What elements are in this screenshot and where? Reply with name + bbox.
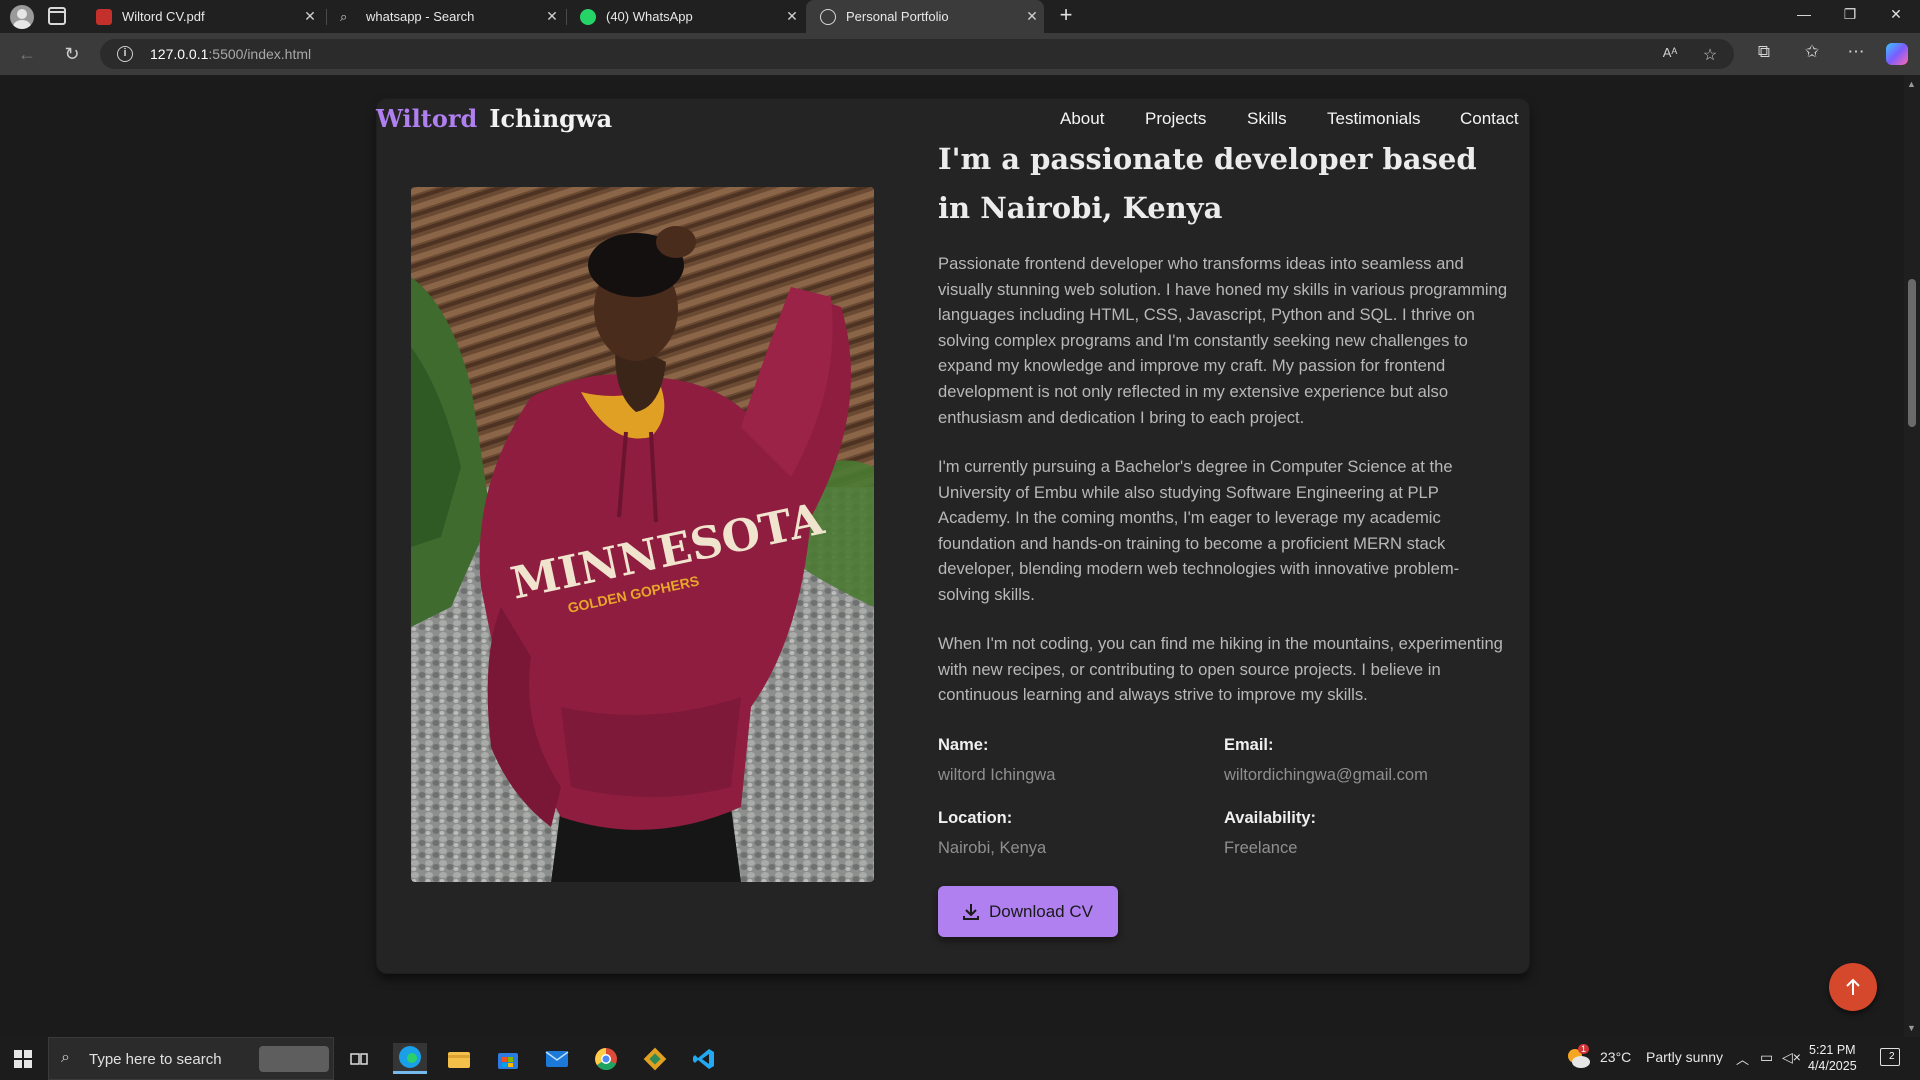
scroll-thumb[interactable] [1908, 279, 1916, 427]
scroll-up-icon[interactable]: ▲ [1907, 79, 1916, 89]
download-cv-label: Download CV [989, 901, 1093, 921]
read-aloud-icon[interactable]: Aᴬ [1660, 45, 1680, 60]
close-window-button[interactable]: ✕ [1884, 6, 1908, 23]
network-icon[interactable]: ▭ [1760, 1049, 1773, 1066]
whatsapp-icon [580, 8, 596, 25]
taskbar-search-placeholder: Type here to search [89, 1051, 222, 1068]
tab-personal-portfolio[interactable]: Personal Portfolio ✕ [806, 0, 1044, 33]
about-paragraph-2: I'm currently pursuing a Bachelor's degr… [938, 457, 1460, 604]
copilot-icon[interactable] [1886, 43, 1908, 65]
close-icon[interactable]: ✕ [780, 8, 804, 25]
chrome-icon[interactable] [589, 1043, 623, 1074]
mail-icon[interactable] [540, 1043, 574, 1074]
tab-title: whatsapp - Search [366, 9, 475, 24]
scroll-down-icon[interactable]: ▼ [1907, 1023, 1916, 1033]
tab-title: Personal Portfolio [846, 9, 949, 24]
tab-actions-icon[interactable] [48, 7, 66, 25]
weather-desc[interactable]: Partly sunny [1646, 1049, 1723, 1065]
url-host: 127.0.0.1 [150, 46, 209, 62]
page-scrollbar[interactable]: ▲ ▼ [1904, 75, 1920, 1037]
close-icon[interactable]: ✕ [540, 8, 564, 25]
download-cv-button[interactable]: Download CV [938, 886, 1118, 937]
system-clock[interactable]: 5:21 PM 4/4/2025 [1808, 1042, 1857, 1074]
search-icon: ⌕ [340, 8, 348, 24]
back-to-top-button[interactable] [1829, 963, 1877, 1011]
search-icon: ⌕ [61, 1049, 70, 1066]
favorite-star-icon[interactable]: ☆ [1700, 45, 1720, 65]
notifications-icon[interactable]: 2 [1880, 1048, 1900, 1066]
browser-toolbar: ← ↻ i 127.0.0.1:5500/index.html Aᴬ ☆ ⧉ ✩… [0, 33, 1920, 75]
microsoft-store-icon[interactable] [491, 1043, 525, 1074]
weather-icon[interactable]: 1 [1566, 1044, 1590, 1069]
edge-taskbar-icon[interactable] [393, 1043, 427, 1074]
brand-first-name: Wiltord [376, 104, 478, 133]
address-bar[interactable]: i 127.0.0.1:5500/index.html Aᴬ ☆ [100, 39, 1734, 69]
page-viewport: Wiltord Ichingwa About Projects Skills Te… [0, 75, 1920, 1037]
tab-whatsapp-search[interactable]: ⌕ whatsapp - Search ✕ [326, 0, 564, 33]
nav-contact[interactable]: Contact [1460, 109, 1519, 129]
clock-time: 5:21 PM [1809, 1043, 1856, 1057]
email-value: wiltordichingwa@gmail.com [1224, 766, 1428, 784]
location-value: Nairobi, Kenya [938, 839, 1047, 857]
close-icon[interactable]: ✕ [1020, 8, 1044, 25]
notification-count: 2 [1889, 1051, 1895, 1062]
windows-start-icon[interactable] [14, 1050, 32, 1068]
globe-icon [820, 8, 836, 25]
search-highlight-image[interactable] [259, 1046, 329, 1072]
volume-muted-icon[interactable]: ◁× [1782, 1049, 1801, 1066]
tab-strip: Wiltord CV.pdf ✕ ⌕ whatsapp - Search ✕ (… [0, 0, 1920, 33]
name-label: Name: [938, 736, 989, 754]
tab-whatsapp[interactable]: (40) WhatsApp ✕ [566, 0, 804, 33]
site-info-icon[interactable]: i [117, 46, 133, 62]
vscode-icon[interactable] [687, 1043, 721, 1074]
new-tab-button[interactable]: + [1054, 4, 1078, 28]
site-logo[interactable]: Wiltord Ichingwa [376, 104, 612, 133]
file-explorer-icon[interactable] [442, 1043, 476, 1074]
tab-cv-pdf[interactable]: Wiltord CV.pdf ✕ [82, 0, 322, 33]
nav-skills[interactable]: Skills [1247, 109, 1287, 129]
download-icon [963, 903, 980, 921]
arrow-up-icon [1846, 978, 1860, 995]
about-paragraph-1: Passionate frontend developer who transf… [938, 254, 1508, 427]
weather-badge: 1 [1578, 1044, 1590, 1054]
clock-date: 4/4/2025 [1808, 1059, 1857, 1073]
show-hidden-icons[interactable]: ︿ [1736, 1049, 1749, 1068]
nav-projects[interactable]: Projects [1145, 109, 1206, 129]
profile-photo: MINNESOTA GOLDEN GOPHERS [411, 187, 874, 882]
taskbar: ⌕ Type here to search 1 23°C Partly sunn… [0, 1037, 1920, 1080]
about-heading: I'm a passionate developer based in Nair… [938, 142, 1477, 225]
availability-value: Freelance [1224, 839, 1298, 857]
favorites-icon[interactable]: ✩ [1800, 42, 1824, 62]
minimize-button[interactable]: — [1792, 6, 1816, 22]
brand-last-name: Ichingwa [489, 104, 613, 133]
weather-temp[interactable]: 23°C [1600, 1049, 1631, 1065]
location-label: Location: [938, 809, 1013, 827]
name-value: wiltord Ichingwa [938, 766, 1056, 784]
taskbar-search[interactable]: ⌕ Type here to search [48, 1037, 334, 1080]
url-text[interactable]: 127.0.0.1:5500/index.html [150, 46, 311, 62]
tab-title: (40) WhatsApp [606, 9, 693, 24]
back-icon[interactable]: ← [15, 42, 39, 66]
tab-title: Wiltord CV.pdf [122, 9, 205, 24]
profile-avatar[interactable] [10, 5, 34, 29]
extensions-icon[interactable]: ⧉ [1752, 42, 1776, 62]
pdf-icon [96, 8, 112, 25]
email-label: Email: [1224, 736, 1274, 754]
refresh-icon[interactable]: ↻ [60, 42, 84, 66]
nav-testimonials[interactable]: Testimonials [1327, 109, 1421, 129]
restore-button[interactable]: ❐ [1838, 6, 1862, 23]
about-paragraph-3: When I'm not coding, you can find me hik… [938, 634, 1503, 705]
url-path: :5500/index.html [208, 46, 312, 62]
task-view-icon[interactable] [342, 1043, 376, 1074]
profile-photo-illustration: MINNESOTA GOLDEN GOPHERS [411, 187, 874, 882]
more-menu-icon[interactable]: ⋯ [1844, 42, 1868, 62]
close-icon[interactable]: ✕ [298, 8, 322, 25]
git-tool-icon[interactable] [638, 1043, 672, 1074]
availability-label: Availability: [1224, 809, 1316, 827]
nav-about[interactable]: About [1060, 109, 1104, 129]
